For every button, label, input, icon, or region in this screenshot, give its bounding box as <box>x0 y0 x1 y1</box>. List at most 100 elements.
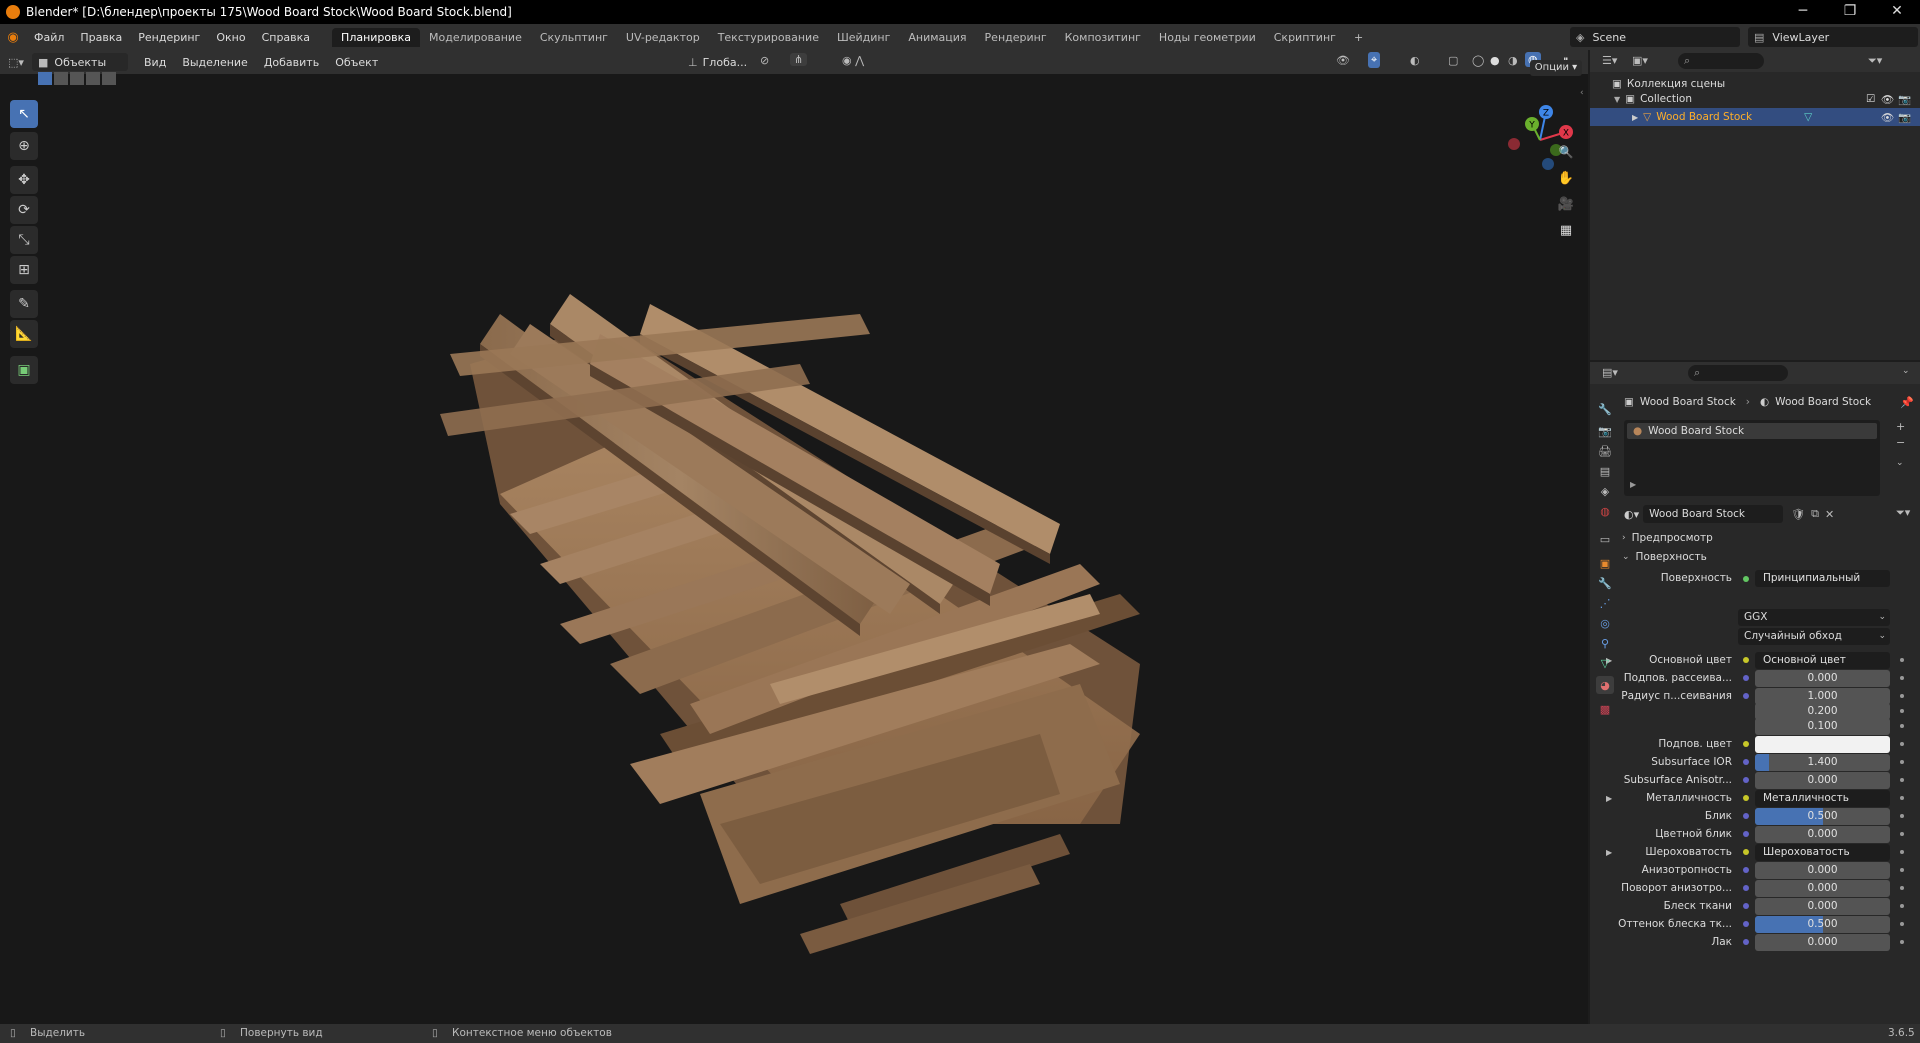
snap-icon[interactable]: ⋔ <box>790 53 808 66</box>
keyframe-dot-icon[interactable] <box>1900 676 1904 680</box>
annotate-tool[interactable]: ✎ <box>10 290 38 318</box>
measure-tool[interactable]: 📐 <box>10 320 38 348</box>
material-slot-row[interactable]: ● Wood Board Stock <box>1627 423 1877 439</box>
select-intersect-icon[interactable] <box>102 72 116 85</box>
material-name-field[interactable]: Wood Board Stock <box>1643 505 1784 523</box>
socket-dot-icon[interactable] <box>1743 867 1749 873</box>
menu-edit[interactable]: Правка <box>72 31 130 44</box>
gizmo-toggle-icon[interactable]: ⌖ <box>1368 52 1381 68</box>
add-slot-icon[interactable]: + <box>1896 420 1905 433</box>
expand-arrow-icon[interactable]: ▶ <box>1630 480 1636 489</box>
gizmo-neg-z[interactable] <box>1542 158 1554 170</box>
number-field[interactable]: 0.000 <box>1755 879 1890 897</box>
add-workspace-button[interactable]: + <box>1345 28 1372 47</box>
menu-add[interactable]: Добавить <box>256 56 327 69</box>
scale-tool[interactable]: ⤡ <box>10 226 38 254</box>
material-props-icon[interactable]: ◕ <box>1596 676 1614 694</box>
node-filter-icon[interactable]: ⏷▾ <box>1896 506 1910 520</box>
keyframe-dot-icon[interactable] <box>1900 709 1904 713</box>
maximize-button[interactable]: ❐ <box>1827 0 1873 24</box>
socket-dot-icon[interactable] <box>1743 831 1749 837</box>
linked-input-field[interactable]: Металличность <box>1755 789 1890 807</box>
world-props-icon[interactable]: ◍ <box>1596 502 1614 520</box>
preview-panel-header[interactable]: › Предпросмотр <box>1622 529 1908 547</box>
constraints-props-icon[interactable]: ⚲ <box>1596 634 1614 652</box>
socket-dot-icon[interactable] <box>1743 657 1749 663</box>
collection-row[interactable]: ▼ ▣ Collection ☑ 👁 📷 <box>1614 93 1920 106</box>
surface-panel-header[interactable]: ⌄ Поверхность <box>1622 548 1908 566</box>
tab-shading[interactable]: Шейдинг <box>828 28 899 47</box>
number-field[interactable]: 0.000 <box>1755 861 1890 879</box>
outliner-editor-icon[interactable]: ☰▾ <box>1602 54 1617 67</box>
visibility-icon[interactable]: 👁 <box>1336 54 1350 67</box>
tab-modeling[interactable]: Моделирование <box>420 28 531 47</box>
socket-dot-icon[interactable] <box>1743 921 1749 927</box>
output-props-icon[interactable]: 🖨 <box>1596 442 1614 460</box>
keyframe-dot-icon[interactable] <box>1900 904 1904 908</box>
keyframe-dot-icon[interactable] <box>1900 922 1904 926</box>
data-props-icon[interactable]: ▽ <box>1596 654 1614 672</box>
modifier-props-icon[interactable]: 🔧 <box>1596 574 1614 592</box>
minimize-button[interactable]: ─ <box>1780 0 1826 24</box>
keyframe-dot-icon[interactable] <box>1900 724 1904 728</box>
number-field[interactable]: 0.000 <box>1755 825 1890 843</box>
properties-search-input[interactable]: ⌕ <box>1688 365 1788 381</box>
3d-viewport[interactable]: Опции ▾ ↖ ⊕ ✥ ⟳ ⤡ ⊞ ✎ 📐 ▣ X Z Y 🔍 ✋ 🎥 ▦ … <box>0 60 1588 1024</box>
collection-exclude-checkbox[interactable]: ☑ <box>1866 93 1875 105</box>
linked-input-field[interactable]: Шероховатость <box>1755 843 1890 861</box>
ortho-grid-icon[interactable]: ▦ <box>1554 218 1578 242</box>
keyframe-dot-icon[interactable] <box>1900 778 1904 782</box>
keyframe-dot-icon[interactable] <box>1900 796 1904 800</box>
subsurface-method-select[interactable]: Случайный обход ⌄ <box>1738 628 1890 645</box>
wireframe-shading-icon[interactable]: ◯ <box>1472 54 1484 67</box>
options-dropdown[interactable]: Опции ▾ <box>1530 60 1582 76</box>
tab-animation[interactable]: Анимация <box>899 28 975 47</box>
keyframe-dot-icon[interactable] <box>1900 886 1904 890</box>
select-invert-icon[interactable] <box>86 72 100 85</box>
socket-dot-icon[interactable] <box>1743 939 1749 945</box>
eye-icon[interactable]: 👁 <box>1881 111 1894 124</box>
socket-dot-icon[interactable] <box>1743 777 1749 783</box>
color-swatch-field[interactable] <box>1755 735 1890 753</box>
tool-settings-icon[interactable]: 🔧 <box>1596 400 1614 418</box>
select-new-icon[interactable] <box>38 72 52 85</box>
tab-sculpting[interactable]: Скульптинг <box>531 28 617 47</box>
transform-orientation[interactable]: ⊥ Глоба... <box>688 53 754 71</box>
camera-icon[interactable]: 📷 <box>1898 93 1911 106</box>
number-field[interactable]: 0.500 <box>1755 915 1890 933</box>
particles-props-icon[interactable]: ⋰ <box>1596 594 1614 612</box>
pin-icon[interactable]: 📌 <box>1900 396 1914 409</box>
socket-dot-icon[interactable] <box>1743 693 1749 699</box>
number-field[interactable]: 0.000 <box>1755 669 1890 687</box>
socket-dot-icon[interactable] <box>1743 741 1749 747</box>
tab-compositing[interactable]: Композитинг <box>1056 28 1150 47</box>
editor-type-icon[interactable]: ⬚▾ <box>0 56 32 69</box>
object-props-icon[interactable]: ▣ <box>1596 554 1614 572</box>
menu-file[interactable]: Файл <box>26 31 72 44</box>
material-shading-icon[interactable]: ◑ <box>1508 54 1518 67</box>
number-field[interactable]: 1.400 <box>1755 753 1890 771</box>
zoom-icon[interactable]: 🔍 <box>1554 140 1578 164</box>
filter-icon[interactable]: ⏷▾ <box>1868 54 1882 68</box>
texture-props-icon[interactable]: ▩ <box>1596 700 1614 718</box>
slot-menu-chevron-icon[interactable]: ⌄ <box>1896 458 1904 468</box>
keyframe-dot-icon[interactable] <box>1900 694 1904 698</box>
expand-arrow-icon[interactable]: ▶ <box>1632 113 1638 122</box>
view-layer-selector[interactable]: ▤ ViewLayer <box>1748 27 1918 47</box>
tab-layout[interactable]: Планировка <box>332 27 421 47</box>
menu-view[interactable]: Вид <box>136 56 174 69</box>
socket-dot-icon[interactable] <box>1743 813 1749 819</box>
number-field[interactable]: 0.000 <box>1755 771 1890 789</box>
view-layer-props-icon[interactable]: ▤ <box>1596 462 1614 480</box>
fake-user-shield-icon[interactable]: 🛡 <box>1791 508 1805 521</box>
menu-render[interactable]: Рендеринг <box>130 31 208 44</box>
tab-geometry-nodes[interactable]: Ноды геометрии <box>1150 28 1265 47</box>
collection-props-icon[interactable]: ▭ <box>1596 530 1614 548</box>
pan-hand-icon[interactable]: ✋ <box>1554 166 1578 190</box>
outliner-object-row[interactable]: ▶ ▽ Wood Board Stock ▽ 👁 📷 <box>1590 108 1920 126</box>
pivot-icon[interactable]: ⊘ <box>760 54 769 67</box>
add-cube-tool[interactable]: ▣ <box>10 356 38 384</box>
proportional-edit-icon[interactable]: ◉ ⋀ <box>842 54 864 67</box>
select-box-tool[interactable]: ↖ <box>10 100 38 128</box>
socket-dot-icon[interactable] <box>1743 675 1749 681</box>
